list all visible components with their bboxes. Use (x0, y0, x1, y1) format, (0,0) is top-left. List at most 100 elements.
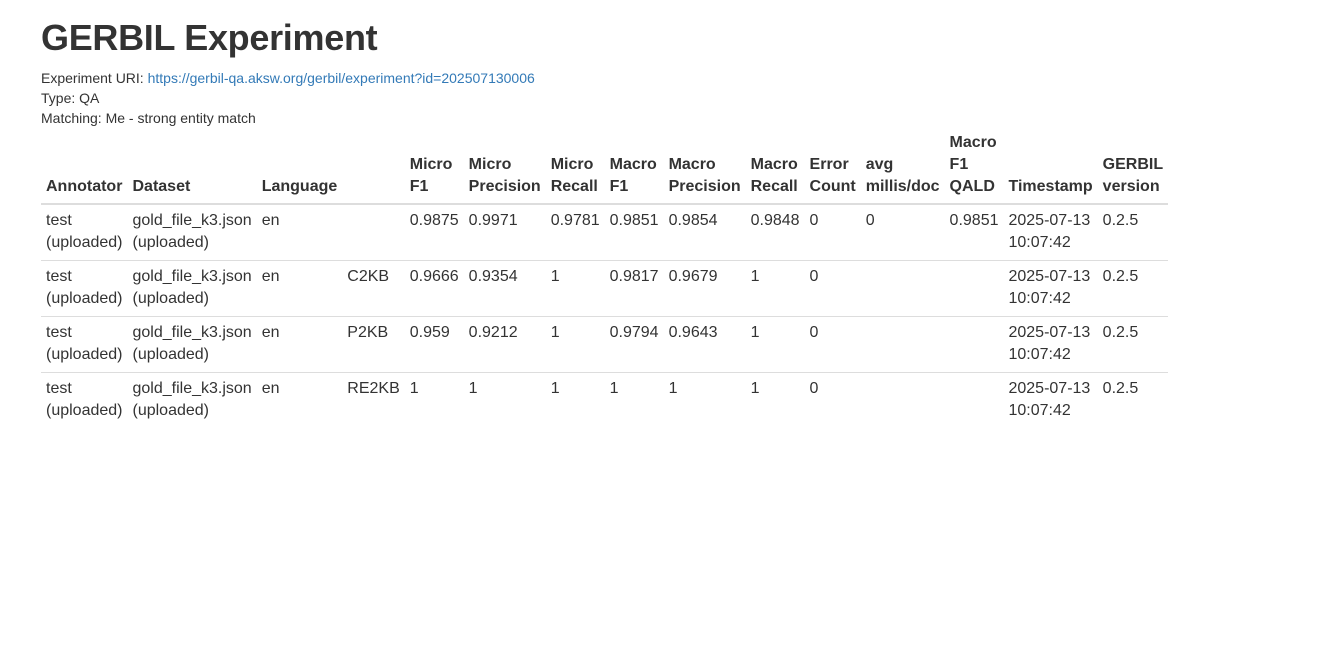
cell-text: 10:07:42 (1008, 346, 1071, 363)
cell-text: 1 (550, 324, 560, 341)
cell-text: 0 (865, 212, 875, 229)
cell-error-count: 0 (804, 260, 861, 317)
cell-language: en (256, 260, 343, 317)
table-row: test (uploaded) gold_file_k3.json (uploaded… (41, 372, 1169, 428)
cell-text: 0.9643 (668, 324, 718, 341)
cell-text: 2025-07-13 (1008, 212, 1091, 229)
cell-text: 2025-07-13 (1008, 268, 1091, 285)
cell-text: (uploaded) (132, 402, 210, 419)
table-row: test (uploaded) gold_file_k3.json (uploaded… (41, 204, 1168, 261)
cell-text: 0.9212 (468, 324, 518, 341)
cell-text: 0.2.5 (1102, 324, 1139, 341)
column-header-text: Macro (609, 156, 657, 173)
column-header-knowledge-base (342, 132, 405, 205)
column-header-text: Count (809, 178, 856, 195)
column-header-text: GERBIL (1102, 156, 1164, 173)
experiment-uri-link[interactable]: https://gerbil-qa.aksw.org/gerbil/experi… (148, 70, 535, 86)
column-header-text: Precision (668, 178, 741, 195)
cell-text: 0.9679 (668, 268, 718, 285)
cell-gerbil-version: 0.2.5 (1098, 204, 1168, 261)
cell-language: en (256, 372, 343, 428)
cell-error-count: 0 (804, 372, 861, 428)
cell-text: 2025-07-13 (1008, 380, 1091, 397)
cell-macro-f1-qald (944, 316, 1004, 373)
column-header-text: Recall (750, 178, 798, 195)
cell-text: test (46, 212, 72, 229)
table-row: test (uploaded) gold_file_k3.json (uploaded… (41, 260, 1169, 317)
cell-text: gold_file_k3.json (132, 380, 252, 397)
cell-macro-recall: 0.9848 (746, 204, 805, 261)
cell-micro-f1: 1 (404, 372, 464, 428)
cell-dataset: gold_file_k3.json (uploaded) (127, 372, 257, 428)
experiment-uri-line: Experiment URI: https://gerbil-qa.aksw.o… (41, 68, 535, 88)
cell-micro-f1: 0.9875 (405, 204, 464, 261)
cell-macro-f1-qald (944, 372, 1004, 428)
cell-text: 1 (750, 380, 760, 397)
cell-micro-f1: 0.9666 (404, 260, 464, 317)
column-header-micro-precision: Micro Precision (463, 132, 546, 205)
cell-text: (uploaded) (132, 346, 210, 363)
column-header-text: Macro (750, 156, 798, 173)
column-header-macro-recall: Macro Recall (745, 132, 805, 205)
cell-text: 0.9781 (550, 212, 600, 229)
cell-text: (uploaded) (132, 290, 210, 307)
cell-text: C2KB (347, 268, 390, 285)
cell-macro-precision: 0.9679 (663, 260, 746, 317)
cell-text: 0.2.5 (1102, 268, 1139, 285)
column-header-text: F1 (609, 178, 629, 195)
cell-text: gold_file_k3.json (132, 324, 252, 341)
column-header-error-count: Error Count (804, 132, 861, 205)
cell-micro-precision: 0.9212 (463, 316, 546, 373)
cell-error-count: 0 (805, 204, 861, 261)
cell-text: 0.9354 (468, 268, 518, 285)
cell-micro-recall: 1 (545, 260, 605, 317)
cell-text: 1 (609, 380, 619, 397)
column-header-micro-f1: Micro F1 (404, 132, 464, 205)
page-title: GERBIL Experiment (41, 17, 378, 58)
cell-gerbil-version: 0.2.5 (1097, 316, 1169, 373)
cell-dataset: gold_file_k3.json (uploaded) (127, 316, 257, 373)
experiment-type: Type: QA (41, 90, 100, 106)
cell-macro-f1: 0.9851 (605, 204, 664, 261)
column-header-text: Micro (409, 156, 453, 173)
experiment-meta: Experiment URI: https://gerbil-qa.aksw.o… (41, 68, 535, 128)
cell-text: 0.2.5 (1102, 380, 1139, 397)
cell-annotator: test (uploaded) (41, 372, 128, 428)
cell-text: test (46, 380, 72, 397)
column-header-macro-f1: Macro F1 (604, 132, 664, 205)
cell-text: 2025-07-13 (1008, 324, 1091, 341)
cell-text: 1 (550, 380, 560, 397)
cell-error-count: 0 (804, 316, 861, 373)
cell-text: 0.9854 (668, 212, 718, 229)
experiment-matching: Matching: Me - strong entity match (41, 110, 256, 126)
cell-text: 0.9971 (468, 212, 518, 229)
column-header-text: F1 (409, 178, 429, 195)
cell-text: 10:07:42 (1008, 234, 1071, 251)
column-header-language: Language (256, 132, 343, 205)
cell-avg-millis-per-doc (860, 316, 945, 373)
cell-text: en (261, 212, 280, 229)
cell-knowledge-base: RE2KB (342, 372, 405, 428)
column-header-text: Annotator (46, 178, 123, 195)
cell-text: 0 (809, 324, 819, 341)
table-row: test (uploaded) gold_file_k3.json (uploaded… (41, 316, 1169, 373)
column-header-text: Timestamp (1008, 178, 1093, 195)
column-header-text: Micro (550, 156, 594, 173)
cell-annotator: test (uploaded) (41, 204, 128, 261)
cell-text: 10:07:42 (1008, 402, 1071, 419)
cell-macro-f1: 0.9794 (604, 316, 664, 373)
cell-text: (uploaded) (46, 346, 123, 363)
column-header-text: F1 (949, 156, 969, 173)
column-header-avg-millis-per-doc: avg millis/doc (860, 132, 945, 205)
cell-avg-millis-per-doc (860, 260, 945, 317)
cell-macro-precision: 0.9643 (663, 316, 746, 373)
cell-text: 0.9851 (949, 212, 999, 229)
cell-text: 0.9666 (409, 268, 459, 285)
cell-text: 1 (668, 380, 678, 397)
cell-text: 0.9848 (750, 212, 800, 229)
cell-text: 1 (550, 268, 560, 285)
cell-text: en (261, 324, 280, 341)
cell-dataset: gold_file_k3.json (uploaded) (127, 260, 257, 317)
column-header-text: Recall (550, 178, 598, 195)
cell-macro-precision: 1 (663, 372, 746, 428)
